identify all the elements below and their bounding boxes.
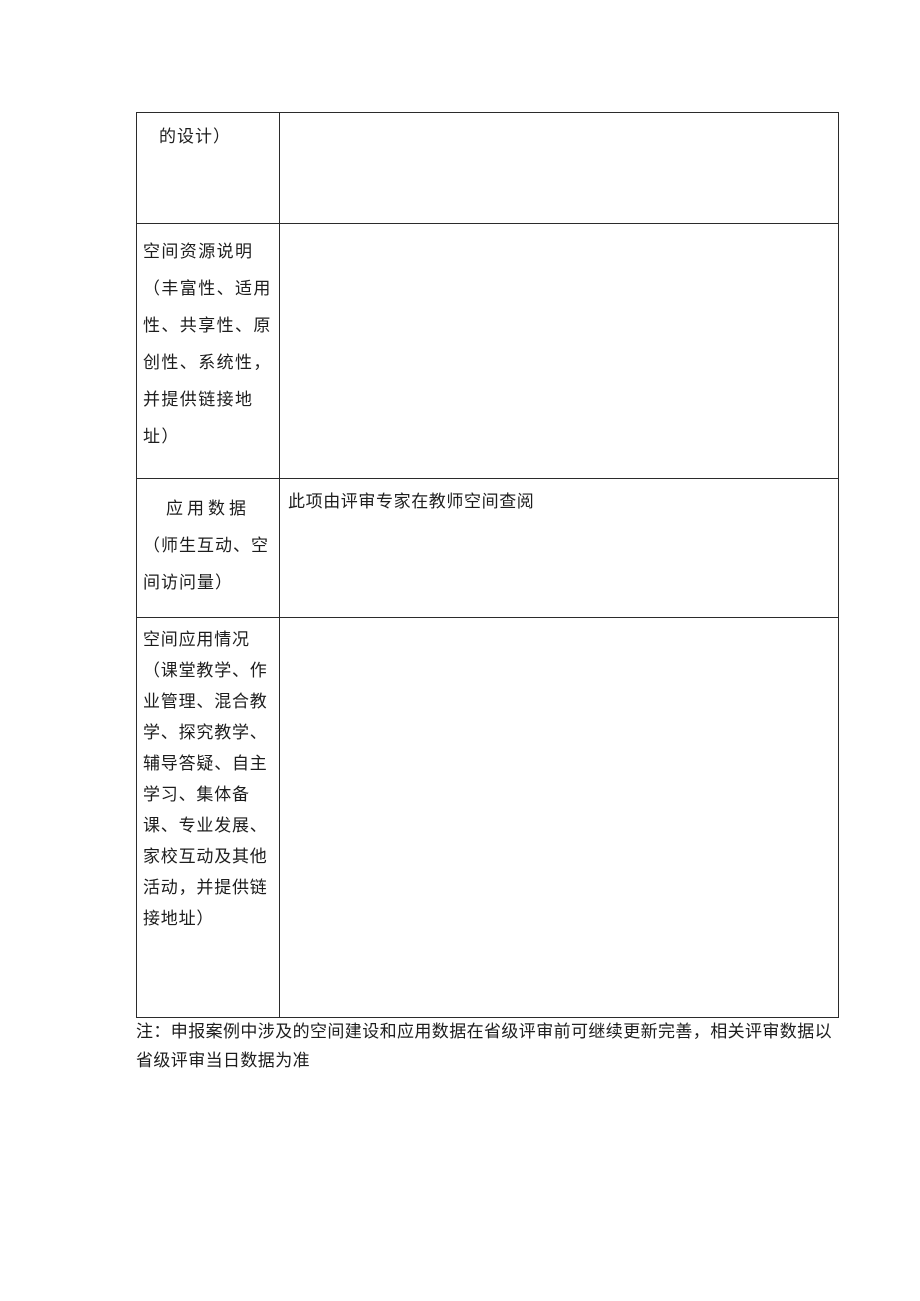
row-label-application-data: 应用数据 （师生互动、空间访问量） — [137, 479, 279, 608]
row-label-cell-design: 的设计） — [136, 112, 280, 224]
row-value-cell-space-resources[interactable] — [279, 223, 839, 479]
row-label-cell-space-resources: 空间资源说明（丰富性、适用性、共享性、原创性、系统性，并提供链接地址） — [136, 223, 280, 479]
evaluation-form-table: 的设计） 空间资源说明（丰富性、适用性、共享性、原创性、系统性，并提供链接地址）… — [136, 112, 839, 1018]
table-row: 空间资源说明（丰富性、适用性、共享性、原创性、系统性，并提供链接地址） — [136, 223, 839, 479]
row-value-design[interactable] — [280, 113, 838, 128]
document-page: 的设计） 空间资源说明（丰富性、适用性、共享性、原创性、系统性，并提供链接地址）… — [0, 0, 920, 1301]
row-label-cell-space-usage: 空间应用情况（课堂教学、作业管理、混合教学、探究教学、辅导答疑、自主学习、集体备… — [136, 617, 280, 1018]
table-footnote: 注：申报案例中涉及的空间建设和应用数据在省级评审前可继续更新完善，相关评审数据以… — [136, 1022, 832, 1071]
row-value-space-usage[interactable] — [280, 618, 838, 633]
row-value-cell-application-data[interactable]: 此项由评审专家在教师空间查阅 — [279, 478, 839, 618]
row-value-space-resources[interactable] — [280, 224, 838, 239]
table-row: 空间应用情况（课堂教学、作业管理、混合教学、探究教学、辅导答疑、自主学习、集体备… — [136, 617, 839, 1018]
row-value-cell-space-usage[interactable] — [279, 617, 839, 1018]
row-label-application-data-rest: （师生互动、空间访问量） — [143, 536, 269, 593]
row-label-cell-application-data: 应用数据 （师生互动、空间访问量） — [136, 478, 280, 618]
row-value-application-data[interactable]: 此项由评审专家在教师空间查阅 — [280, 479, 838, 522]
table-row: 应用数据 （师生互动、空间访问量） 此项由评审专家在教师空间查阅 — [136, 478, 839, 618]
row-label-application-data-lead: 应用数据 — [166, 499, 250, 519]
row-label-space-usage: 空间应用情况（课堂教学、作业管理、混合教学、探究教学、辅导答疑、自主学习、集体备… — [143, 630, 268, 929]
row-value-cell-design[interactable] — [279, 112, 839, 224]
table-row: 的设计） — [136, 112, 839, 224]
row-label-design: 的设计） — [159, 127, 231, 147]
row-label-space-resources: 空间资源说明（丰富性、适用性、共享性、原创性、系统性，并提供链接地址） — [143, 242, 272, 447]
